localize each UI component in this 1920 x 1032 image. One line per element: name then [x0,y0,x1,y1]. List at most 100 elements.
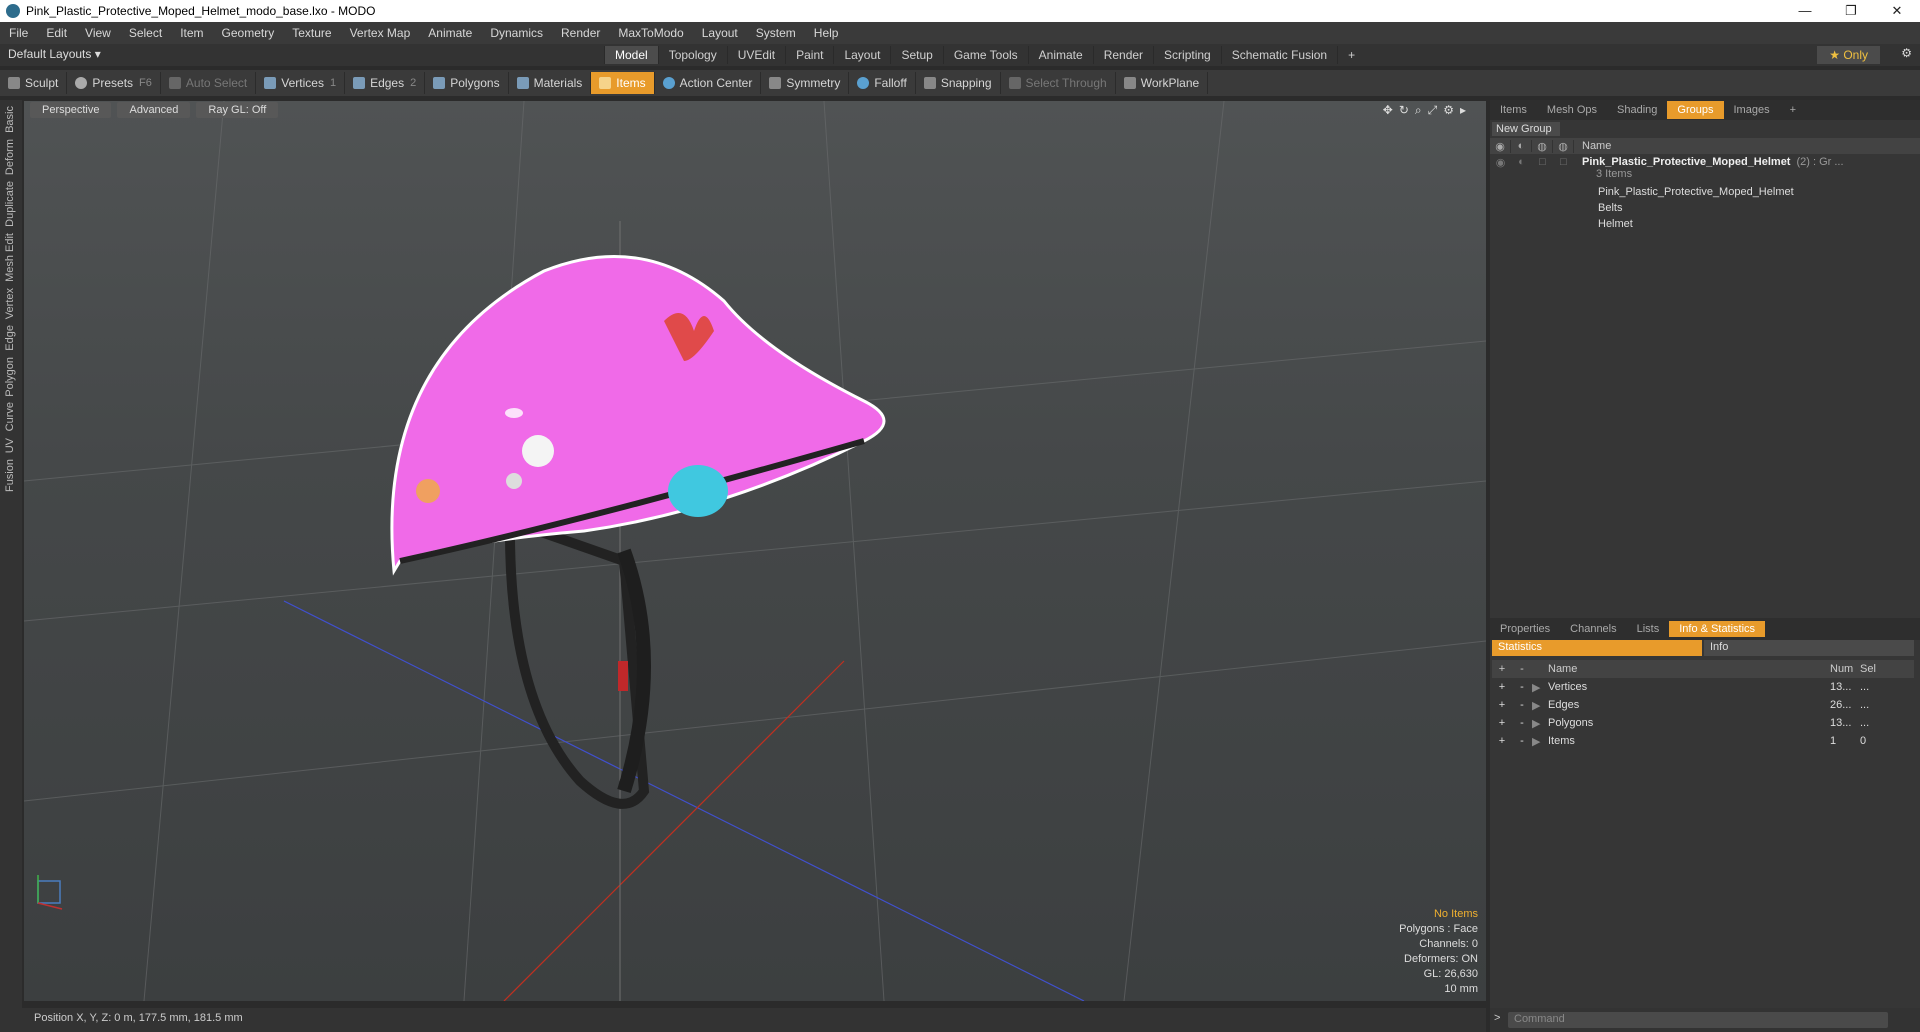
tab-basic[interactable]: Basic [4,106,16,133]
select-toggle-icon[interactable]: □ [1553,156,1574,169]
tab-uv[interactable]: UV [4,438,16,453]
tab-statistics[interactable]: Statistics [1492,640,1702,656]
maximize-button[interactable]: ❐ [1828,0,1874,22]
tab-info[interactable]: Info [1704,640,1914,656]
tab-animate[interactable]: Animate [1027,46,1093,64]
menu-file[interactable]: File [0,26,37,40]
presets-button[interactable]: Presets F6 [67,72,161,94]
tab-deform[interactable]: Deform [4,139,16,175]
tab-channels[interactable]: Channels [1560,621,1626,637]
menu-system[interactable]: System [747,26,805,40]
minimize-button[interactable]: — [1782,0,1828,22]
tab-polygon[interactable]: Polygon [4,357,16,397]
tab-shading[interactable]: Shading [1607,101,1667,119]
close-button[interactable]: ✕ [1874,0,1920,22]
gear-icon[interactable]: ⚙ [1901,46,1912,60]
table-row[interactable]: + - ▶ Vertices 13...... [1492,678,1914,696]
list-item[interactable]: Pink_Plastic_Protective_Moped_Helmet [1490,184,1920,200]
table-row[interactable]: + - ▶ Edges 26...... [1492,696,1914,714]
command-input[interactable]: Command [1508,1012,1888,1028]
stat-name: Items [1548,735,1575,747]
select-icon: ◍ [1553,139,1574,153]
viewport-nav-icons[interactable]: ✥↻⌕⤢⚙▸ [1383,103,1472,118]
lock-toggle-icon[interactable]: □ [1532,156,1553,169]
tab-fusion[interactable]: Fusion [4,459,16,492]
vertices-button[interactable]: Vertices 1 [256,72,346,94]
3d-viewport[interactable]: Perspective Advanced Ray GL: Off ✥↻⌕⤢⚙▸ … [24,101,1486,1001]
auto-select-button[interactable]: Auto Select [161,72,257,94]
polygons-button[interactable]: Polygons [425,72,509,94]
menu-view[interactable]: View [76,26,120,40]
tab-lists[interactable]: Lists [1627,621,1670,637]
only-button[interactable]: ★ Only [1817,46,1880,64]
tab-info-statistics[interactable]: Info & Statistics [1669,621,1766,637]
items-button[interactable]: Items [591,72,655,94]
menu-dynamics[interactable]: Dynamics [481,26,552,40]
list-item[interactable]: Belts [1490,200,1920,216]
tab-topology[interactable]: Topology [657,46,727,64]
menu-item[interactable]: Item [171,26,212,40]
tab-schematic-fusion[interactable]: Schematic Fusion [1220,46,1337,64]
menu-geometry[interactable]: Geometry [213,26,284,40]
falloff-button[interactable]: Falloff [849,72,916,94]
expand-arrow-icon[interactable]: ▶ [1532,681,1548,694]
tab-model[interactable]: Model [604,46,658,64]
workplane-button[interactable]: WorkPlane [1116,72,1209,94]
tab-game-tools[interactable]: Game Tools [942,46,1028,64]
menu-select[interactable]: Select [120,26,171,40]
table-row[interactable]: + - ▶ Polygons 13...... [1492,714,1914,732]
sculpt-button[interactable]: Sculpt [0,72,68,94]
tab-render[interactable]: Render [1092,46,1153,64]
materials-button[interactable]: Materials [509,72,592,94]
tab-layout[interactable]: Layout [833,46,890,64]
advanced-dropdown[interactable]: Advanced [117,102,191,118]
tab-mesh-edit[interactable]: Mesh Edit [4,233,16,282]
tab-setup[interactable]: Setup [890,46,942,64]
menu-help[interactable]: Help [805,26,848,40]
tab-groups[interactable]: Groups [1667,101,1724,119]
snapping-button[interactable]: Snapping [916,72,1001,94]
add-panel-tab-icon[interactable]: + [1780,101,1806,119]
tab-items[interactable]: Items [1490,101,1537,119]
menu-maxtomodo[interactable]: MaxToModo [609,26,692,40]
statistics-subtabs: Statistics Info [1492,640,1914,658]
perspective-dropdown[interactable]: Perspective [30,102,112,118]
stat-num: 13... [1830,681,1852,693]
visibility-icon[interactable]: ◉ [1490,156,1511,169]
tab-images[interactable]: Images [1724,101,1780,119]
new-group-button[interactable]: New Group [1492,122,1560,136]
menu-edit[interactable]: Edit [37,26,76,40]
menu-render[interactable]: Render [552,26,609,40]
tab-uvedit[interactable]: UVEdit [726,46,785,64]
edges-button[interactable]: Edges 2 [345,72,426,94]
expand-arrow-icon[interactable]: ▶ [1532,735,1548,748]
tab-curve[interactable]: Curve [4,402,16,431]
tab-mesh-ops[interactable]: Mesh Ops [1537,101,1607,119]
layouts-dropdown[interactable]: Default Layouts ▾ [8,47,101,61]
menu-animate[interactable]: Animate [419,26,481,40]
group-row[interactable]: ◉ ◐ □ □ Pink_Plastic_Protective_Moped_Helme… [1490,154,1920,184]
render-toggle-icon[interactable]: ◐ [1511,156,1532,169]
menu-layout[interactable]: Layout [693,26,747,40]
table-row[interactable]: + - ▶ Items 1 0 [1492,732,1914,750]
materials-icon [516,77,529,89]
symmetry-button[interactable]: Symmetry [761,72,850,94]
expand-arrow-icon[interactable]: ▶ [1532,717,1548,730]
tab-duplicate[interactable]: Duplicate [4,181,16,227]
tab-properties[interactable]: Properties [1490,621,1560,637]
expand-arrow-icon[interactable]: ▶ [1532,699,1548,712]
list-item[interactable]: Helmet [1490,216,1920,232]
tab-edge[interactable]: Edge [4,325,16,351]
tab-paint[interactable]: Paint [785,46,833,64]
tab-scripting[interactable]: Scripting [1153,46,1221,64]
menu-texture[interactable]: Texture [283,26,340,40]
menu-vertex-map[interactable]: Vertex Map [341,26,420,40]
main-toolbar: Sculpt Presets F6 Auto Select Vertices 1 E… [0,70,1920,96]
expand-all-button[interactable]: + [1492,663,1512,675]
select-through-button[interactable]: Select Through [1001,72,1116,94]
collapse-all-button[interactable]: - [1512,663,1532,675]
action-center-button[interactable]: Action Center [655,72,762,94]
tab-vertex[interactable]: Vertex [4,288,16,319]
add-tab-icon[interactable]: + [1337,46,1365,64]
raygl-toggle[interactable]: Ray GL: Off [196,102,279,118]
